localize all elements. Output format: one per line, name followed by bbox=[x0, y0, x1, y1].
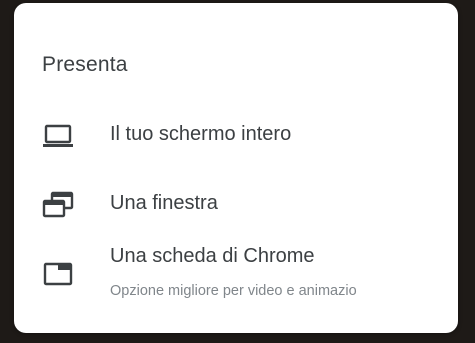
window-icon bbox=[42, 191, 76, 219]
present-chrome-tab-option[interactable]: Una scheda di Chrome Opzione migliore pe… bbox=[14, 239, 458, 313]
present-window-option[interactable]: Una finestra bbox=[14, 179, 458, 229]
window-label: Una finestra bbox=[110, 192, 218, 214]
present-menu: Presenta Il tuo schermo intero Una fines… bbox=[14, 3, 458, 333]
present-entire-screen-option[interactable]: Il tuo schermo intero bbox=[14, 111, 458, 161]
menu-title: Presenta bbox=[42, 53, 128, 76]
tab-icon bbox=[42, 261, 76, 289]
chrome-tab-sublabel: Opzione migliore per video e animazio bbox=[110, 283, 357, 299]
entire-screen-label: Il tuo schermo intero bbox=[110, 123, 292, 145]
laptop-icon bbox=[42, 123, 76, 151]
chrome-tab-label: Una scheda di Chrome bbox=[110, 245, 315, 267]
